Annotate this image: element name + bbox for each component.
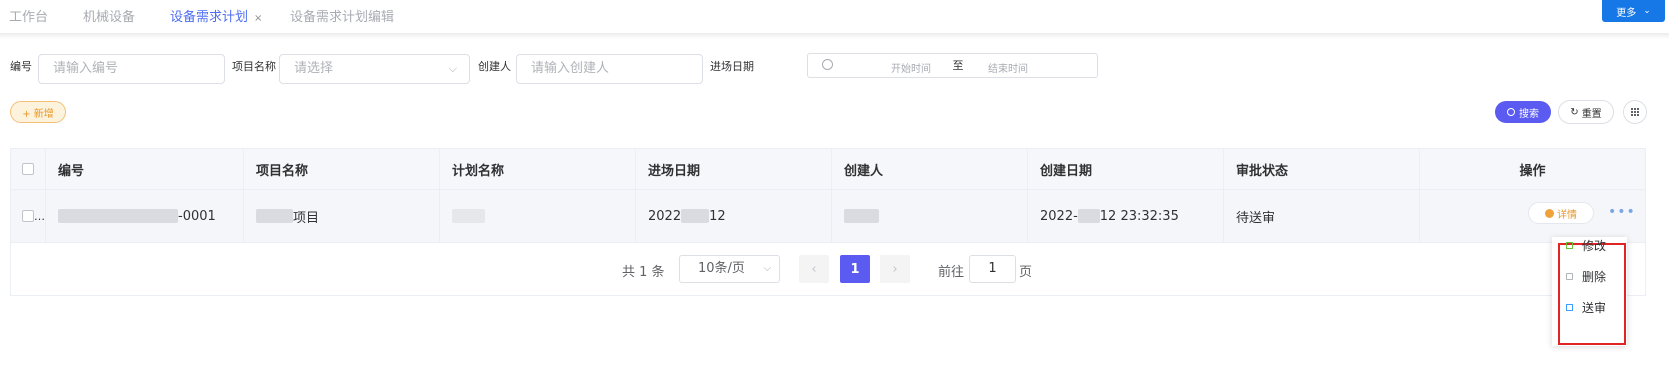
- chevron-down-icon: ⌵: [448, 62, 457, 75]
- cell-entry-date-suffix: 12: [709, 208, 726, 224]
- detail-button[interactable]: 详情: [1528, 202, 1594, 224]
- code-label: 编号: [10, 60, 32, 73]
- goto-label: 前往: [938, 265, 965, 280]
- column-settings-button[interactable]: [1623, 100, 1647, 124]
- cell-creator: [832, 190, 1028, 242]
- entry-date-label: 进场日期: [710, 60, 754, 73]
- project-select-placeholder: 请选择: [294, 61, 334, 76]
- row-ellipsis: …: [34, 209, 45, 223]
- redacted-entry-date: [681, 209, 710, 223]
- cell-entry-date: 2022 12: [636, 190, 832, 242]
- cell-code: -0001: [46, 190, 244, 242]
- start-date-input[interactable]: 开始时间: [871, 60, 951, 75]
- row-select-cell: …: [11, 190, 46, 242]
- creator-label: 创建人: [478, 60, 511, 73]
- tab-equipment-plan-edit[interactable]: 设备需求计划编辑: [290, 6, 394, 25]
- page-size-select[interactable]: 10条/页 ⌵: [679, 255, 780, 283]
- detail-button-label: 详情: [1557, 209, 1577, 221]
- more-actions-icon[interactable]: •••: [1608, 204, 1636, 220]
- page-number-current[interactable]: 1: [840, 255, 870, 283]
- column-header-created-date[interactable]: 创建日期: [1028, 149, 1224, 189]
- redacted-plan-name: [452, 209, 485, 223]
- cell-created-date-suffix: 12 23:32:35: [1099, 208, 1179, 224]
- reset-button[interactable]: ↻ 重置: [1558, 100, 1614, 124]
- cell-created-date: 2022- 12 23:32:35: [1028, 190, 1224, 242]
- edit-icon: [1566, 242, 1573, 249]
- cell-entry-date-prefix: 2022: [648, 208, 682, 224]
- code-input[interactable]: 请输入编号: [38, 54, 225, 84]
- column-header-plan-name[interactable]: 计划名称: [440, 149, 636, 189]
- tab-machinery[interactable]: 机械设备: [83, 6, 135, 25]
- cell-project: 项目: [244, 190, 440, 242]
- redacted-project: [256, 209, 293, 223]
- menu-item-submit-label: 送审: [1582, 301, 1607, 315]
- refresh-icon: ↻: [1570, 106, 1579, 118]
- tab-bar-shadow: [0, 33, 1669, 39]
- detail-icon: [1545, 208, 1554, 218]
- cell-code-text: -0001: [178, 208, 216, 224]
- cell-plan-name: [440, 190, 636, 242]
- column-header-project[interactable]: 项目名称: [244, 149, 440, 189]
- tab-bar: 工作台 机械设备 设备需求计划 × 设备需求计划编辑: [0, 0, 1669, 33]
- highlight-box: [1558, 243, 1626, 345]
- entry-date-range[interactable]: 开始时间 至 结束时间: [807, 53, 1098, 78]
- menu-item-submit[interactable]: 送审: [1566, 299, 1606, 316]
- next-page-button[interactable]: ›: [880, 255, 910, 283]
- close-icon[interactable]: ×: [254, 13, 262, 24]
- more-button[interactable]: 更多 ⌄: [1602, 0, 1665, 22]
- tab-workbench[interactable]: 工作台: [9, 6, 48, 25]
- add-button[interactable]: + 新增: [10, 101, 66, 123]
- redacted-code: [58, 209, 178, 223]
- goto-page-input[interactable]: 1: [969, 255, 1016, 283]
- column-header-status[interactable]: 审批状态: [1224, 149, 1420, 189]
- grid-icon: [1630, 107, 1640, 117]
- search-icon: [1507, 108, 1515, 116]
- menu-item-delete-label: 删除: [1582, 270, 1607, 284]
- column-header-code[interactable]: 编号: [46, 149, 244, 189]
- cell-project-text: 项目: [293, 210, 320, 226]
- redacted-creator: [844, 209, 879, 223]
- creator-input[interactable]: 请输入创建人: [516, 54, 703, 84]
- column-header-entry-date[interactable]: 进场日期: [636, 149, 832, 189]
- date-separator: 至: [952, 59, 964, 72]
- column-header-actions: 操作: [1519, 163, 1546, 179]
- submit-icon: [1566, 304, 1573, 311]
- table-header: 编号 项目名称 计划名称 进场日期 创建人 创建日期 审批状态 操作: [11, 149, 1645, 190]
- chevron-down-icon: ⌄: [1643, 6, 1651, 16]
- page-size-value: 10条/页: [698, 261, 745, 276]
- search-button-label: 搜索: [1519, 108, 1539, 120]
- tab-equipment-plan-label: 设备需求计划: [170, 10, 249, 25]
- tab-equipment-plan[interactable]: 设备需求计划 ×: [170, 6, 262, 25]
- cell-status: 待送审: [1224, 190, 1420, 242]
- menu-item-delete[interactable]: 删除: [1566, 268, 1606, 285]
- prev-page-button[interactable]: ‹: [799, 255, 829, 283]
- cell-created-date-prefix: 2022-: [1040, 208, 1078, 224]
- redacted-created-date: [1077, 209, 1100, 223]
- project-select[interactable]: 请选择 ⌵: [279, 54, 470, 84]
- end-date-input[interactable]: 结束时间: [968, 60, 1048, 75]
- menu-item-edit[interactable]: 修改: [1566, 237, 1606, 254]
- reset-button-label: 重置: [1581, 108, 1602, 120]
- project-label: 项目名称: [232, 60, 276, 73]
- more-button-label: 更多: [1616, 7, 1637, 19]
- chevron-down-icon: ⌵: [763, 263, 771, 274]
- select-all-cell: [11, 149, 46, 189]
- page-unit-label: 页: [1019, 265, 1033, 280]
- row-checkbox[interactable]: [22, 210, 34, 222]
- select-all-checkbox[interactable]: [22, 163, 34, 175]
- menu-item-edit-label: 修改: [1582, 239, 1607, 253]
- clock-icon: [822, 59, 833, 70]
- table-row: … -0001 项目 2022 12 2022- 12 23:32:35 待送审: [11, 190, 1645, 243]
- search-button[interactable]: 搜索: [1495, 101, 1551, 123]
- delete-icon: [1566, 273, 1573, 280]
- column-header-creator[interactable]: 创建人: [832, 149, 1028, 189]
- pagination-total: 共 1 条: [622, 265, 665, 280]
